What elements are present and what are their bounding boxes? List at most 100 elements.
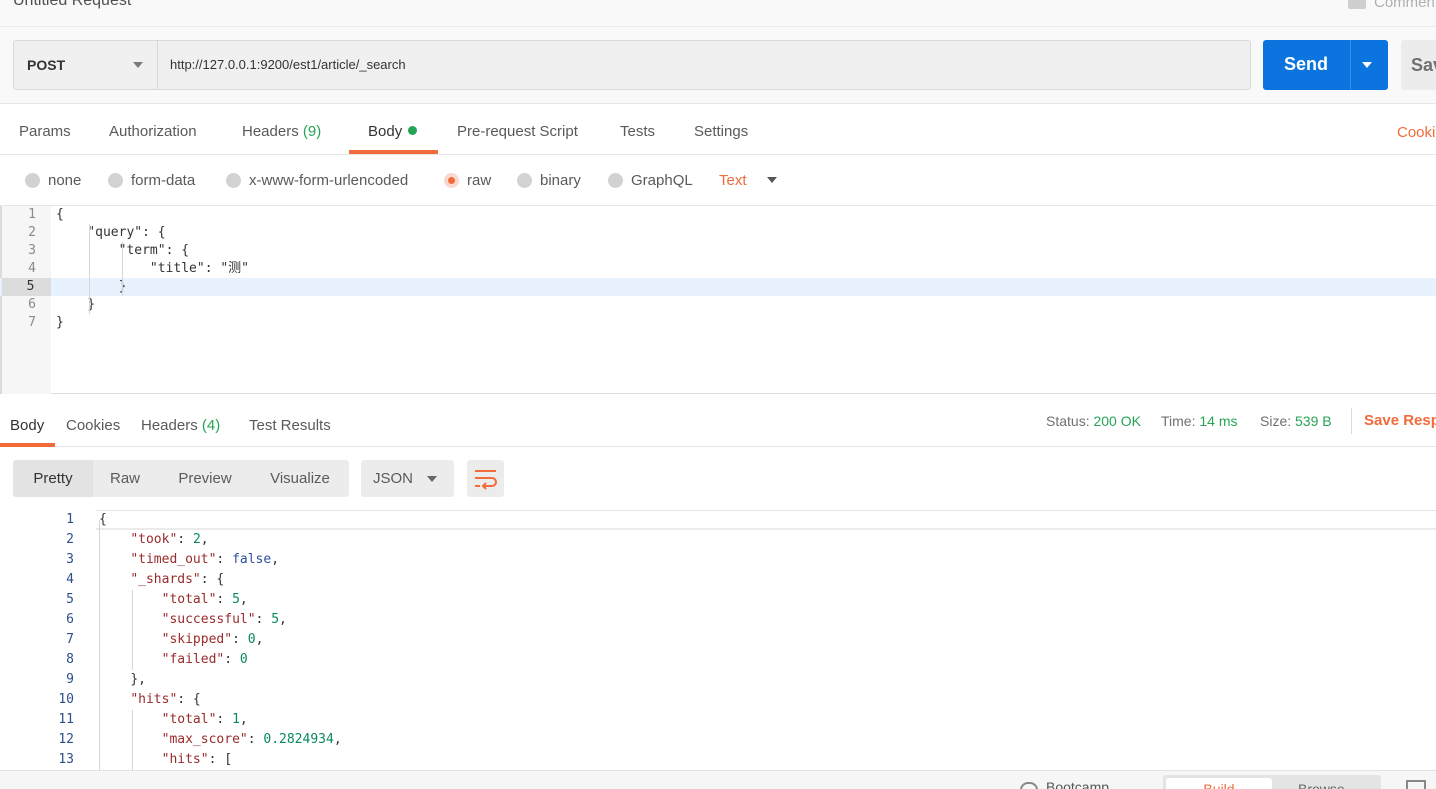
response-header: Body Cookies Headers (4) Test Results St… — [0, 394, 1436, 447]
line-content: { — [99, 510, 107, 530]
radio-form-data[interactable]: form-data — [108, 172, 195, 189]
two-pane-layout-icon[interactable] — [1406, 780, 1426, 789]
line-content: "max_score": 0.2824934, — [99, 730, 342, 750]
bootcamp-icon — [1020, 782, 1038, 789]
tab-settings[interactable]: Settings — [694, 123, 748, 140]
radio-circle-selected — [444, 173, 459, 188]
comments-button[interactable]: Comments — [1348, 0, 1436, 11]
json-token: 5 — [271, 612, 280, 627]
line-content: "timed_out": false, — [99, 550, 279, 570]
tab-tests[interactable]: Tests — [620, 123, 655, 140]
comment-icon — [1348, 0, 1366, 9]
response-line: 8 "failed": 0 — [0, 650, 1436, 670]
radio-urlencoded[interactable]: x-www-form-urlencoded — [226, 172, 408, 189]
response-line: 4 "_shards": { — [0, 570, 1436, 590]
radio-none[interactable]: none — [25, 172, 81, 189]
line-number: 10 — [58, 692, 74, 707]
request-title[interactable]: Untitled Request — [13, 0, 131, 10]
status-indicator[interactable]: Status: 200 OK — [1046, 413, 1141, 429]
url-input[interactable]: http://127.0.0.1:9200/est1/article/_sear… — [157, 40, 1251, 90]
json-token: 0.2824934 — [263, 732, 334, 747]
response-format-select[interactable]: JSON — [361, 460, 454, 497]
radio-binary-label: binary — [540, 172, 581, 189]
browse-toggle[interactable]: Browse — [1298, 778, 1345, 789]
editor-line: 3 "term": { — [28, 243, 190, 258]
tab-headers-label: Headers — [242, 123, 299, 140]
save-button[interactable]: Save — [1401, 40, 1436, 90]
view-preview[interactable]: Preview — [157, 460, 253, 497]
build-toggle[interactable]: Build — [1166, 778, 1272, 789]
json-token: 2 — [192, 532, 201, 547]
raw-format-select[interactable]: Text — [719, 172, 747, 189]
json-token: , — [255, 632, 264, 647]
chevron-down-icon[interactable] — [767, 177, 777, 183]
request-title-bar: Untitled Request Comments — [0, 0, 1436, 27]
json-token: "_shards" — [130, 572, 201, 587]
json-token: : — [247, 732, 264, 747]
size-indicator[interactable]: Size: 539 B — [1260, 413, 1332, 429]
request-tabs: Params Authorization Headers (9) Body Pr… — [0, 104, 1436, 155]
tab-prerequest-script[interactable]: Pre-request Script — [457, 123, 578, 140]
active-response-tab-indicator — [0, 443, 55, 447]
radio-form-data-label: form-data — [131, 172, 196, 189]
body-type-row: none form-data x-www-form-urlencoded raw… — [0, 155, 1436, 206]
time-indicator[interactable]: Time: 14 ms — [1161, 413, 1238, 429]
line-number: 1 — [66, 512, 74, 527]
tab-authorization[interactable]: Authorization — [109, 123, 197, 140]
view-raw[interactable]: Raw — [93, 460, 157, 497]
response-tab-test-results[interactable]: Test Results — [249, 417, 331, 434]
view-pretty[interactable]: Pretty — [13, 460, 93, 497]
json-token: : — [255, 612, 272, 627]
response-line: 1{ — [0, 510, 1436, 530]
line-content: "skipped": 0, — [99, 630, 264, 650]
json-token: "successful" — [161, 612, 256, 627]
tab-headers[interactable]: Headers (9) — [242, 123, 321, 140]
json-token: : — [216, 552, 233, 567]
send-options-chevron-icon[interactable] — [1362, 62, 1372, 68]
json-token: : — [216, 592, 233, 607]
request-body-editor[interactable]: 1{ 2 "query": { 3 "term": { 4 "title": "… — [0, 206, 1436, 394]
response-tab-cookies[interactable]: Cookies — [66, 417, 120, 434]
send-button[interactable]: Send — [1263, 40, 1388, 90]
radio-urlencoded-label: x-www-form-urlencoded — [249, 172, 409, 189]
radio-binary[interactable]: binary — [517, 172, 581, 189]
response-tab-headers[interactable]: Headers (4) — [141, 417, 220, 434]
response-tab-body[interactable]: Body — [10, 417, 44, 434]
wrap-lines-icon — [475, 470, 497, 490]
radio-circle — [608, 173, 623, 188]
editor-line: 7} — [28, 315, 64, 330]
comments-label: Comments — [1374, 0, 1436, 11]
tab-body[interactable]: Body — [368, 123, 418, 140]
status-value: 200 OK — [1093, 413, 1141, 429]
editor-line: 4 "title": "测" — [28, 261, 250, 276]
tab-params[interactable]: Params — [19, 123, 71, 140]
save-response-button[interactable]: Save Response — [1364, 412, 1436, 429]
response-line: 7 "skipped": 0, — [0, 630, 1436, 650]
radio-circle — [108, 173, 123, 188]
radio-none-label: none — [48, 172, 82, 189]
view-visualize[interactable]: Visualize — [253, 460, 347, 497]
line-number: 13 — [58, 752, 74, 767]
status-label: Status: — [1046, 413, 1090, 429]
radio-graphql[interactable]: GraphQL — [608, 172, 693, 189]
bootcamp-button[interactable]: Bootcamp — [1020, 779, 1109, 789]
url-value: http://127.0.0.1:9200/est1/article/_sear… — [170, 57, 406, 72]
wrap-lines-button[interactable] — [467, 460, 504, 497]
tab-headers-count: (9) — [302, 123, 322, 140]
cookies-link[interactable]: Cookies — [1397, 124, 1436, 141]
line-number: 5 — [66, 592, 74, 607]
radio-raw[interactable]: raw — [444, 172, 491, 189]
line-number: 9 — [66, 672, 74, 687]
size-label: Size: — [1260, 413, 1292, 429]
method-select[interactable]: POST — [13, 40, 157, 90]
editor-line: 1{ — [28, 207, 64, 222]
bootcamp-label: Bootcamp — [1046, 779, 1110, 789]
response-line: 11 "total": 1, — [0, 710, 1436, 730]
indent-guide — [122, 242, 123, 296]
response-line: 2 "took": 2, — [0, 530, 1436, 550]
json-token: "hits" — [161, 752, 209, 767]
json-token: 5 — [232, 592, 240, 607]
json-token: false — [232, 552, 272, 567]
time-label: Time: — [1161, 413, 1196, 429]
json-token: , — [333, 732, 342, 747]
